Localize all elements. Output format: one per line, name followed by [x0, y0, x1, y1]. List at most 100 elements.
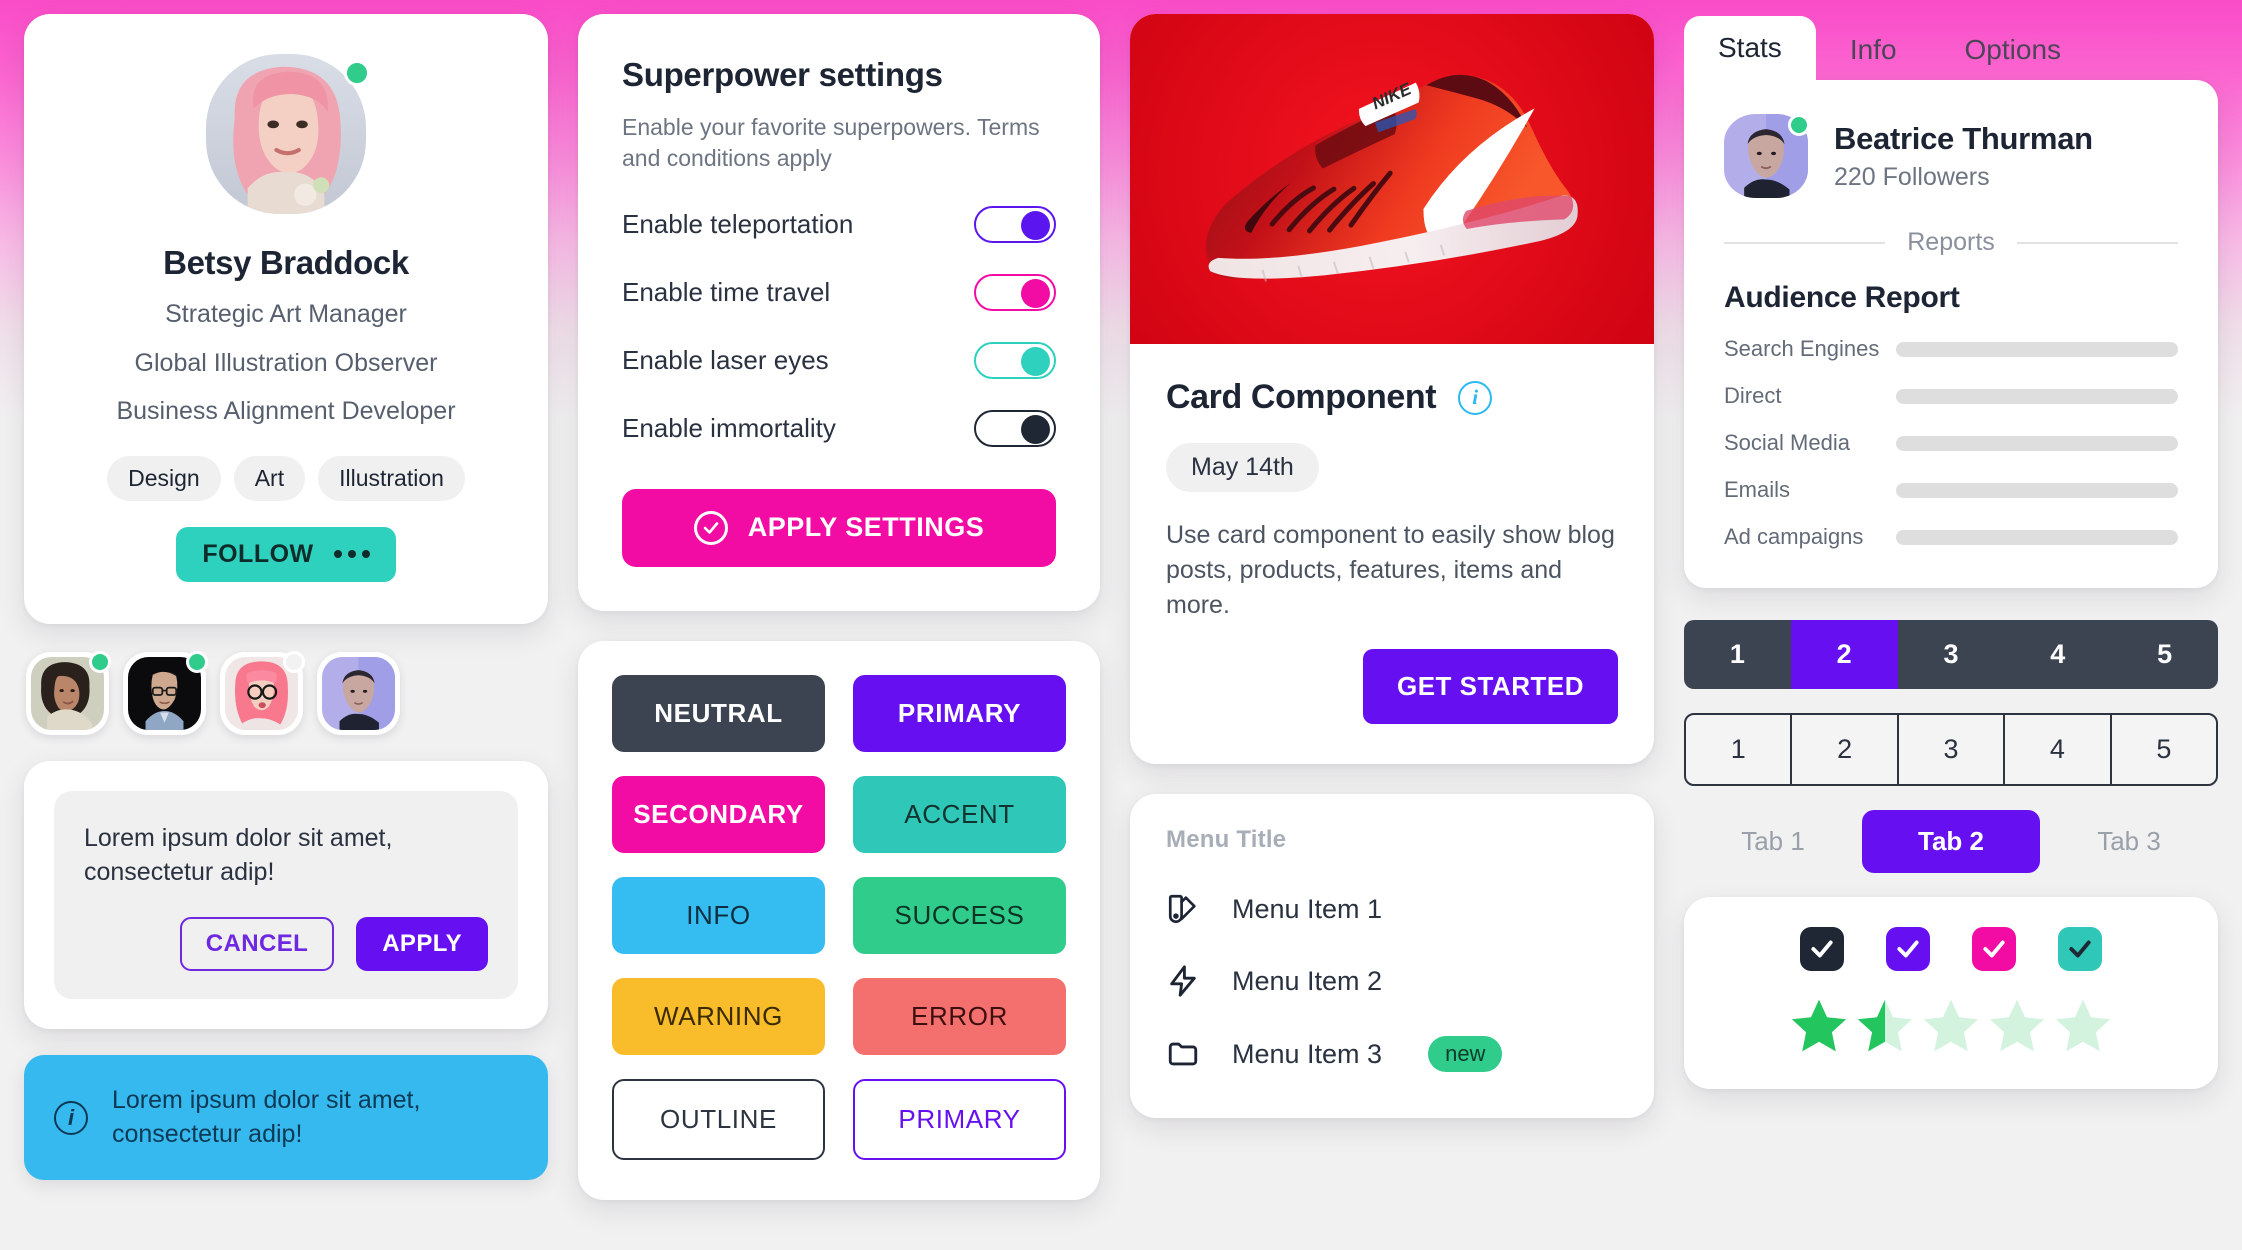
page-3[interactable]: 3 — [1898, 620, 2005, 689]
more-options-icon[interactable] — [333, 550, 370, 558]
tab-pill-group: Tab 1 Tab 2 Tab 3 — [1684, 810, 2218, 873]
check-circle-icon — [693, 510, 728, 545]
button-secondary[interactable]: SECONDARY — [612, 775, 825, 853]
button-outline[interactable]: OUTLINE — [612, 1078, 825, 1160]
stats-user: Beatrice Thurman 220 Followers — [1724, 114, 2178, 198]
star-3-empty[interactable] — [1920, 995, 1982, 1057]
menu-item-3[interactable]: Menu Item 3 new — [1166, 1036, 1618, 1072]
pill-tab-1[interactable]: Tab 1 — [1684, 810, 1862, 873]
pagination-light: 1 2 3 4 5 — [1684, 713, 2218, 786]
settings-title: Superpower settings — [622, 56, 943, 93]
pill-tab-3[interactable]: Tab 3 — [2040, 810, 2218, 873]
card-description: Use card component to easily show blog p… — [1166, 521, 1615, 619]
apply-settings-label: APPLY SETTINGS — [747, 512, 985, 543]
stats-column: Stats Info Options Beatrice Thurman 220 … — [1684, 14, 2218, 1089]
setting-row-teleportation: Enable teleportation — [622, 205, 1056, 243]
tab-info[interactable]: Info — [1816, 18, 1931, 80]
star-5-empty[interactable] — [2052, 995, 2114, 1057]
settings-subtitle: Enable your favorite superpowers. Terms … — [622, 114, 1040, 172]
bar-track — [1896, 529, 2178, 545]
page-3[interactable]: 3 — [1899, 715, 2006, 784]
profile-tags: Design Art Illustration — [60, 455, 512, 501]
button-accent[interactable]: ACCENT — [853, 775, 1066, 853]
setting-row-immortality: Enable immortality — [622, 409, 1056, 447]
page-5[interactable]: 5 — [2112, 715, 2216, 784]
menu-item-2[interactable]: Menu Item 2 — [1166, 964, 1618, 998]
checkbox-neutral[interactable] — [1800, 927, 1844, 971]
bar-row-ad-campaigns: Ad campaigns — [1724, 524, 2178, 550]
button-neutral[interactable]: NEUTRAL — [612, 674, 825, 752]
bar-row-search-engines: Search Engines — [1724, 336, 2178, 362]
setting-row-laser-eyes: Enable laser eyes — [622, 341, 1056, 379]
avatar-strip-item-1[interactable] — [26, 650, 111, 735]
bar-row-social-media: Social Media — [1724, 430, 2178, 456]
page-1[interactable]: 1 — [1684, 620, 1791, 689]
button-success[interactable]: SUCCESS — [853, 876, 1066, 954]
avatar-strip-item-2[interactable] — [123, 650, 208, 735]
button-error[interactable]: ERROR — [853, 977, 1066, 1055]
star-4-empty[interactable] — [1986, 995, 2048, 1057]
page-5[interactable]: 5 — [2111, 620, 2218, 689]
star-2-half[interactable] — [1854, 995, 1916, 1057]
toggle-time-travel[interactable] — [974, 273, 1056, 311]
toggle-teleportation[interactable] — [974, 205, 1056, 243]
controls-card — [1684, 897, 2218, 1089]
get-started-button[interactable]: GET STARTED — [1362, 649, 1618, 724]
follow-button[interactable]: FOLLOW — [176, 526, 396, 582]
tag-art[interactable]: Art — [233, 455, 306, 501]
dialog-body: Lorem ipsum dolor sit amet, consectetur … — [54, 790, 518, 999]
profile-role-1: Strategic Art Manager — [165, 300, 407, 328]
tag-illustration[interactable]: Illustration — [318, 455, 465, 501]
card-date-badge: May 14th — [1166, 443, 1319, 492]
bar-track — [1896, 435, 2178, 451]
button-info[interactable]: INFO — [612, 876, 825, 954]
tag-design[interactable]: Design — [107, 455, 221, 501]
bar-label: Social Media — [1724, 430, 1850, 455]
bar-label: Search Engines — [1724, 336, 1880, 361]
button-warning[interactable]: WARNING — [612, 977, 825, 1055]
apply-settings-button[interactable]: APPLY SETTINGS — [622, 488, 1056, 567]
info-alert-text: Lorem ipsum dolor sit amet, consectetur … — [112, 1085, 421, 1149]
avatar-strip-item-4[interactable] — [317, 651, 400, 735]
button-outline-primary[interactable]: PRIMARY — [853, 1078, 1066, 1160]
menu-item-1[interactable]: Menu Item 1 — [1166, 892, 1618, 926]
media-column: NIKE Card Component i May 14th Use card … — [1130, 14, 1654, 1118]
checkbox-primary[interactable] — [1886, 927, 1930, 971]
info-circle-icon[interactable]: i — [1458, 380, 1493, 415]
card-title: Card Component — [1166, 378, 1437, 416]
status-dot-offline — [283, 650, 305, 673]
cancel-button[interactable]: CANCEL — [179, 916, 335, 971]
setting-label: Enable immortality — [622, 412, 836, 443]
pill-tab-2[interactable]: Tab 2 — [1862, 810, 2040, 873]
star-1-full[interactable] — [1788, 995, 1850, 1057]
page-2[interactable]: 2 — [1792, 715, 1899, 784]
avatar — [1724, 114, 1810, 198]
checkbox-secondary[interactable] — [1972, 927, 2016, 971]
button-primary[interactable]: PRIMARY — [853, 674, 1066, 752]
apply-button[interactable]: APPLY — [356, 916, 488, 971]
toggle-immortality[interactable] — [974, 409, 1056, 447]
stats-user-text: Beatrice Thurman 220 Followers — [1834, 121, 2093, 192]
menu-title: Menu Title — [1166, 826, 1287, 853]
follow-button-label: FOLLOW — [202, 539, 314, 568]
page-4[interactable]: 4 — [2005, 715, 2112, 784]
reports-divider: Reports — [1724, 228, 2179, 257]
page-2[interactable]: 2 — [1790, 620, 1898, 689]
menu-item-label: Menu Item 2 — [1232, 965, 1383, 996]
avatar-strip-item-3[interactable] — [220, 650, 305, 735]
checkbox-accent[interactable] — [2058, 927, 2102, 971]
bar-label: Ad campaigns — [1724, 524, 1864, 549]
tab-options[interactable]: Options — [1931, 18, 2096, 80]
stats-follower-count: 220 Followers — [1834, 162, 1990, 191]
follow-row: FOLLOW — [60, 526, 512, 582]
page-4[interactable]: 4 — [2004, 620, 2111, 689]
button-grid: NEUTRAL PRIMARY SECONDARY ACCENT INFO SU… — [612, 674, 1066, 1160]
tab-bar: Stats Info Options — [1684, 14, 2218, 88]
info-circle-icon: i — [54, 1100, 88, 1135]
toggle-laser-eyes[interactable] — [974, 341, 1056, 379]
tab-stats[interactable]: Stats — [1684, 16, 1816, 88]
status-dot-online — [89, 650, 111, 673]
setting-label: Enable time travel — [622, 276, 831, 307]
page-1[interactable]: 1 — [1686, 715, 1793, 784]
button-showcase-card: NEUTRAL PRIMARY SECONDARY ACCENT INFO SU… — [578, 640, 1100, 1200]
